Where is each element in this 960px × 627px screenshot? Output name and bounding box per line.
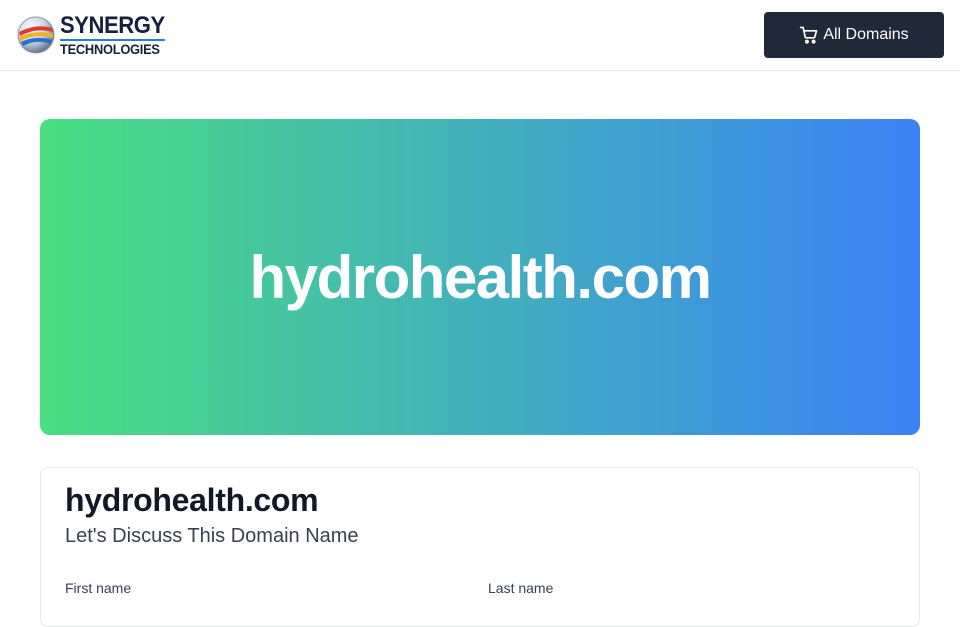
all-domains-button[interactable]: All Domains [764,12,944,58]
card-subtitle: Let's Discuss This Domain Name [65,525,359,547]
site-header: SYNERGY TECHNOLOGIES All Domains [0,0,960,71]
last-name-label: Last name [488,580,554,596]
card-title: hydrohealth.com [65,482,319,518]
first-name-label: First name [65,580,132,596]
globe-icon [17,16,55,54]
cart-icon [800,26,818,44]
brand-logo[interactable]: SYNERGY TECHNOLOGIES [16,12,186,58]
logo-wordmark-top: SYNERGY [60,12,165,39]
all-domains-label: All Domains [823,26,909,43]
domain-hero-banner: hydrohealth.com [40,119,920,435]
logo-wordmark-bottom: TECHNOLOGIES [60,39,165,56]
hero-domain-name: hydrohealth.com [249,243,712,311]
inquiry-card: hydrohealth.com Let's Discuss This Domai… [40,467,920,627]
